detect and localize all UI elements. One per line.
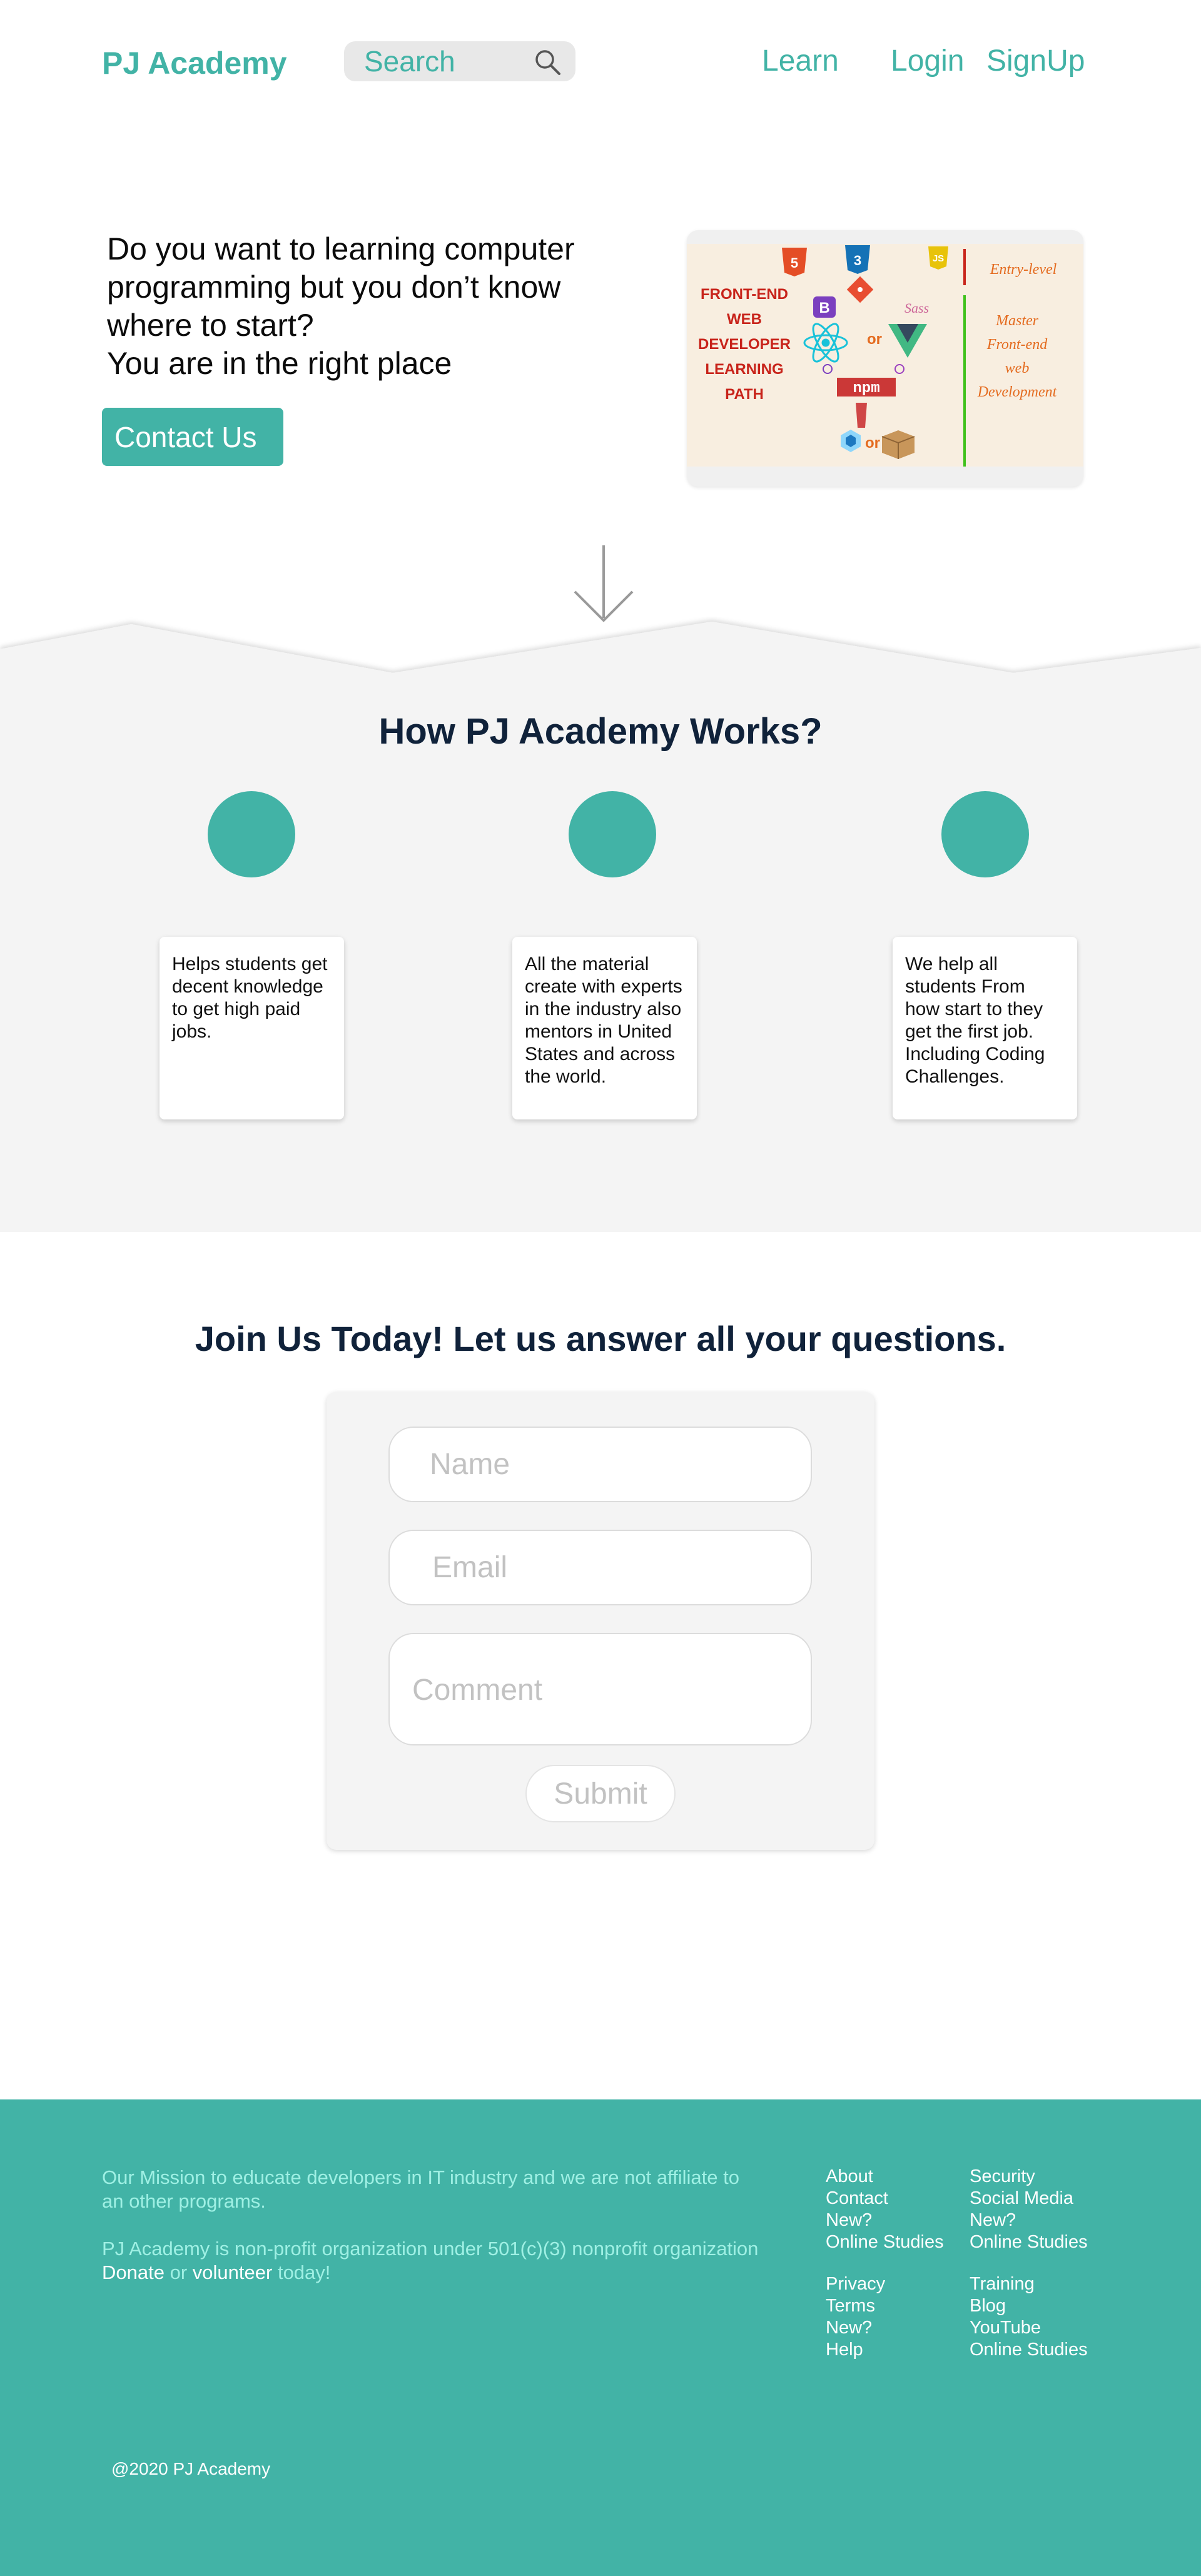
path-title-line: WEB xyxy=(727,311,762,328)
footer-links-column: Privacy Terms New? Help xyxy=(826,2273,988,2361)
npm-label: npm xyxy=(853,380,879,397)
footer-link-terms[interactable]: Terms xyxy=(826,2295,988,2317)
path-title-line: PATH xyxy=(725,386,764,403)
volunteer-link[interactable]: volunteer xyxy=(193,2261,273,2283)
nav-signup-link[interactable]: SignUp xyxy=(986,44,1085,78)
svg-text:JS: JS xyxy=(933,253,944,264)
nonprofit-text: PJ Academy is non-profit organization un… xyxy=(102,2238,759,2260)
svg-text:B: B xyxy=(819,300,829,316)
search-bar xyxy=(344,41,575,81)
step-card: All the material create with experts in … xyxy=(512,937,697,1119)
hero-text: Do you want to learning computer program… xyxy=(107,230,620,383)
npm-icon: npm xyxy=(837,378,896,397)
bootstrap-icon: B xyxy=(813,296,836,318)
step-card: Helps students get decent knowledge to g… xyxy=(160,937,344,1119)
master-level-line: web xyxy=(1005,360,1030,376)
footer-links-column: Security Social Media New? Online Studie… xyxy=(970,2166,1132,2253)
footer-link-new[interactable]: New? xyxy=(826,2210,988,2231)
footer-link-security[interactable]: Security xyxy=(970,2166,1132,2188)
sass-icon: Sass xyxy=(905,300,929,316)
name-field[interactable] xyxy=(388,1427,812,1502)
scroll-down-arrow-icon[interactable] xyxy=(572,544,635,623)
footer-link-online-studies[interactable]: Online Studies xyxy=(970,2339,1132,2361)
footer-links-column: About Contact New? Online Studies xyxy=(826,2166,988,2253)
footer-link-new[interactable]: New? xyxy=(970,2210,1132,2231)
master-level-line: Front-end xyxy=(986,336,1048,353)
path-title-line: FRONT-END xyxy=(701,286,788,303)
step-card-text: All the material create with experts in … xyxy=(525,954,682,1087)
step-card-text: Helps students get decent knowledge to g… xyxy=(172,954,328,1042)
footer-link-social-media[interactable]: Social Media xyxy=(970,2188,1132,2210)
footer-link-online-studies[interactable]: Online Studies xyxy=(826,2231,988,2253)
step-icon xyxy=(569,791,656,877)
step-card: We help all students From how start to t… xyxy=(893,937,1077,1119)
footer-link-training[interactable]: Training xyxy=(970,2273,1132,2295)
path-title-line: DEVELOPER xyxy=(698,336,791,353)
path-title-line: LEARNING xyxy=(705,361,783,378)
html5-icon: 5 xyxy=(782,248,807,276)
nonprofit-today: today! xyxy=(277,2261,331,2283)
entry-level-label: Entry-level xyxy=(990,261,1057,278)
nonprofit-statement: PJ Academy is non-profit organization un… xyxy=(102,2237,765,2285)
step-card-text: We help all students From how start to t… xyxy=(905,954,1045,1087)
section-wave-divider xyxy=(0,622,1201,679)
svg-text:3: 3 xyxy=(854,253,861,268)
comment-field[interactable] xyxy=(388,1633,812,1745)
css3-icon: 3 xyxy=(845,245,870,274)
master-level-line: Development xyxy=(977,384,1058,400)
search-icon[interactable] xyxy=(533,48,562,76)
donate-link[interactable]: Donate xyxy=(102,2261,165,2283)
learning-path-image: FRONT-END WEB DEVELOPER LEARNING PATH 5 … xyxy=(687,230,1083,487)
submit-button[interactable]: Submit xyxy=(525,1765,676,1822)
search-input[interactable] xyxy=(344,41,532,81)
copyright: @2020 PJ Academy xyxy=(111,2459,271,2478)
svg-text:5: 5 xyxy=(791,255,798,271)
step-icon xyxy=(208,791,295,877)
js-icon: JS xyxy=(928,246,948,270)
footer-link-privacy[interactable]: Privacy xyxy=(826,2273,988,2295)
footer-link-online-studies[interactable]: Online Studies xyxy=(970,2231,1132,2253)
join-us-title: Join Us Today! Let us answer all your qu… xyxy=(195,1319,1006,1358)
footer-link-youtube[interactable]: YouTube xyxy=(970,2317,1132,2339)
or-label: or xyxy=(865,435,880,452)
how-it-works-title: How PJ Academy Works? xyxy=(378,711,823,752)
hero-tagline: You are in the right place xyxy=(107,346,452,381)
footer-link-help[interactable]: Help xyxy=(826,2339,988,2361)
site-logo[interactable]: PJ Academy xyxy=(102,45,287,81)
mission-statement: Our Mission to educate developers in IT … xyxy=(102,2166,739,2212)
footer-link-contact[interactable]: Contact xyxy=(826,2188,988,2210)
gulp-icon xyxy=(856,403,867,428)
footer-link-new[interactable]: New? xyxy=(826,2317,988,2339)
footer-links-column: Training Blog YouTube Online Studies xyxy=(970,2273,1132,2361)
nav-login-link[interactable]: Login xyxy=(891,44,964,78)
or-label: or xyxy=(867,331,882,348)
footer-link-about[interactable]: About xyxy=(826,2166,988,2188)
email-field[interactable] xyxy=(388,1530,812,1605)
step-icon xyxy=(941,791,1029,877)
nonprofit-or: or xyxy=(170,2261,188,2283)
footer-link-blog[interactable]: Blog xyxy=(970,2295,1132,2317)
master-level-line: Master xyxy=(995,313,1039,329)
nav-learn-link[interactable]: Learn xyxy=(762,44,839,78)
contact-us-button[interactable]: Contact Us xyxy=(102,408,283,466)
hero-question: Do you want to learning computer program… xyxy=(107,231,575,343)
